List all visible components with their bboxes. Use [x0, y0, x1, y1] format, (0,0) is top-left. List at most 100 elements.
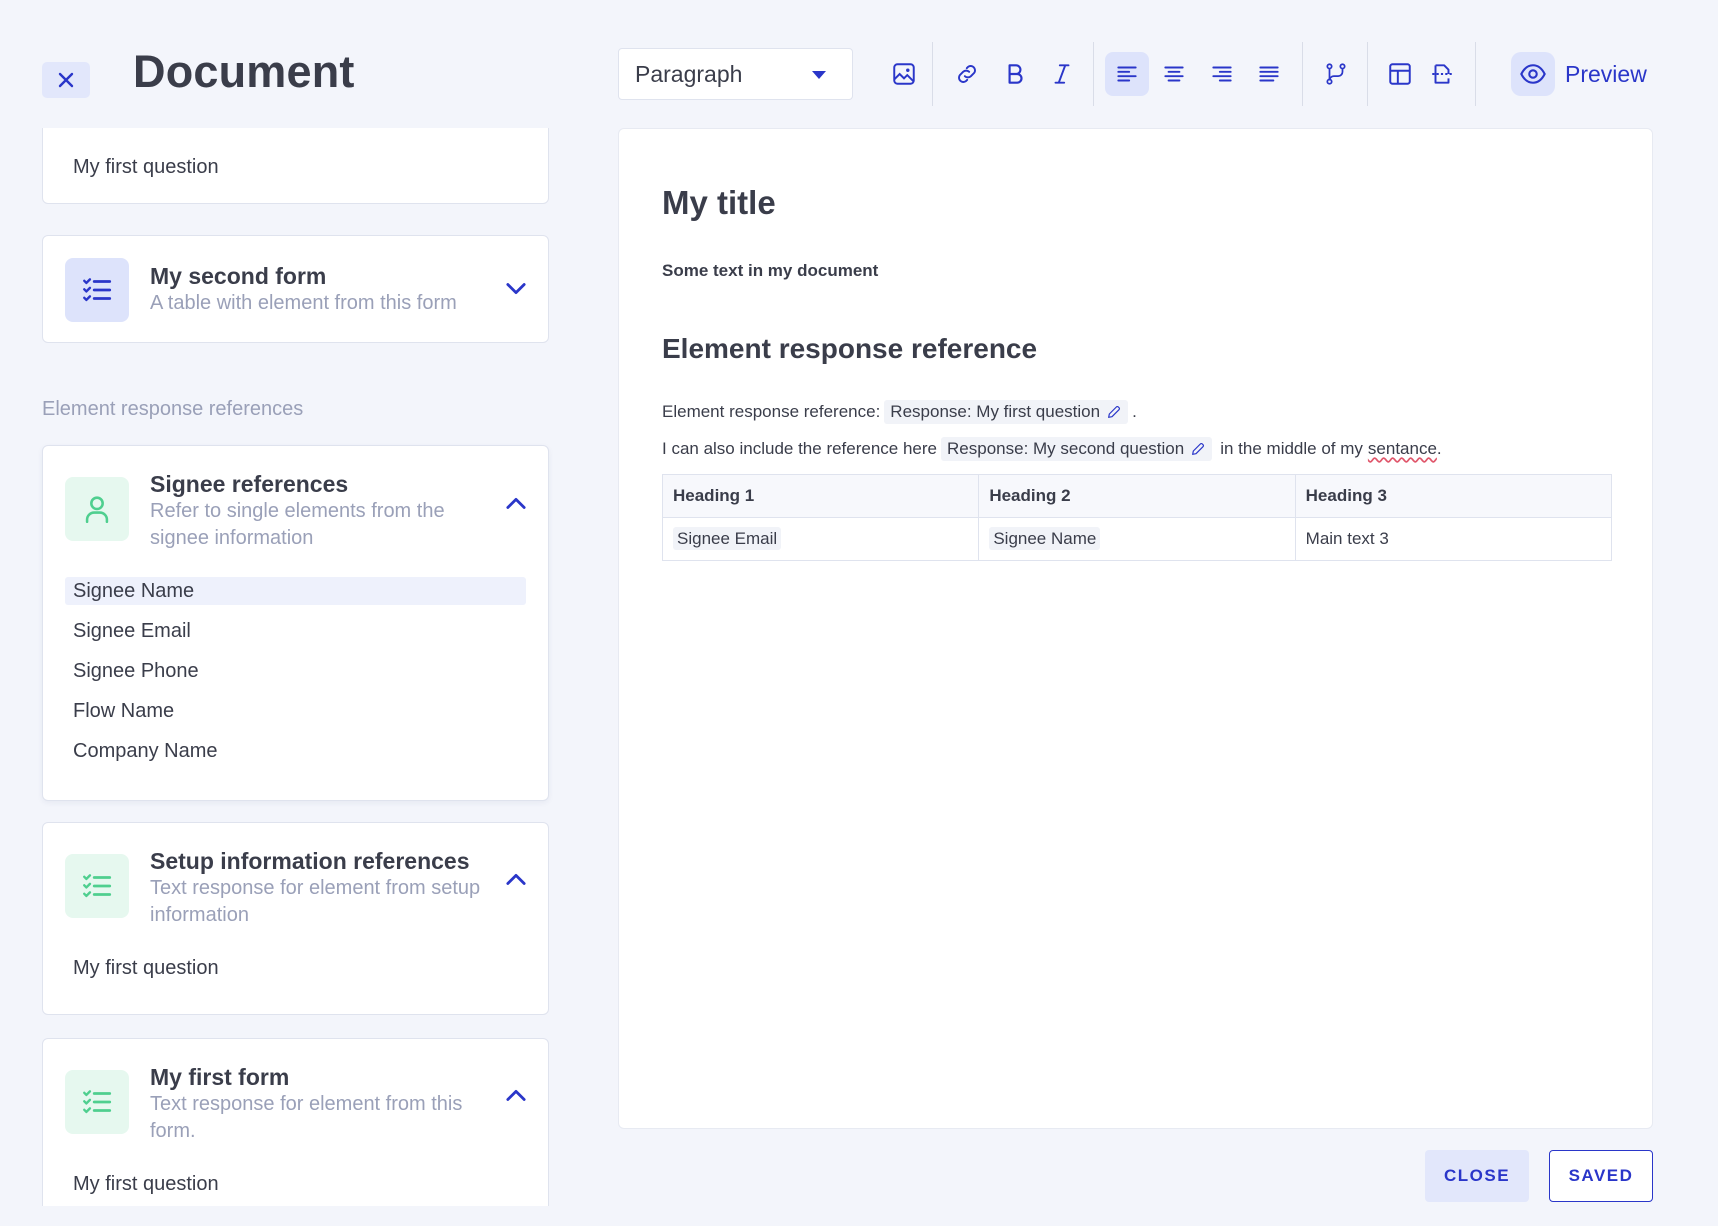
line-text: . [1132, 402, 1137, 421]
reference-line-1: Element response reference: Response: My… [662, 400, 1137, 424]
document-table[interactable]: Heading 1 Heading 2 Heading 3 Signee Ema… [661, 474, 1613, 561]
checklist-icon [83, 278, 112, 302]
toolbar-divider [1367, 42, 1368, 106]
form-item[interactable]: My first question [73, 1173, 219, 1196]
align-right-icon [1212, 66, 1232, 82]
second-form-card[interactable]: My second form A table with element from… [42, 235, 549, 343]
insert-link-button[interactable] [945, 52, 989, 96]
bold-button[interactable] [993, 52, 1037, 96]
table-cell[interactable]: Main text 3 [1294, 517, 1613, 561]
eye-icon [1520, 64, 1546, 84]
signee-references-card: Signee references Refer to single elemen… [42, 445, 549, 801]
format-select-value: Paragraph [635, 60, 743, 87]
chevron-up-icon[interactable] [502, 866, 530, 894]
person-icon-wrap [65, 477, 129, 541]
table-header-row: Heading 1 Heading 2 Heading 3 [661, 474, 1613, 518]
checklist-icon-wrap [65, 854, 129, 918]
signee-item[interactable]: Company Name [73, 740, 218, 763]
chip-label: Response: My second question [947, 439, 1185, 458]
card-title: My first form [150, 1064, 290, 1090]
table-header[interactable]: Heading 3 [1294, 474, 1613, 518]
setup-item[interactable]: My first question [73, 957, 219, 980]
reference-chip[interactable]: Signee Name [989, 527, 1101, 550]
table-header[interactable]: Heading 2 [978, 474, 1296, 518]
response-reference-chip[interactable]: Response: My first question [884, 400, 1129, 424]
paragraph-format-select[interactable]: Paragraph [618, 48, 853, 100]
list-item[interactable]: My first question [73, 156, 219, 179]
document-editor[interactable]: My title Some text in my document Elemen… [618, 128, 1653, 1129]
first-form-card: My first form Text response for element … [42, 1038, 549, 1206]
chip-label: Response: My first question [890, 402, 1101, 421]
card-subtitle: Refer to single elements from the signee… [150, 500, 445, 549]
checklist-icon [83, 1090, 112, 1114]
table-cell[interactable]: Signee Email [661, 517, 980, 561]
eye-icon-wrap [1511, 52, 1555, 96]
toolbar-divider [1302, 42, 1303, 106]
table-header[interactable]: Heading 1 [661, 474, 980, 518]
conditional-branch-button[interactable] [1314, 52, 1358, 96]
saved-button[interactable]: SAVED [1549, 1150, 1653, 1202]
partial-form-card: My first question [42, 128, 549, 204]
card-title: Signee references [150, 471, 349, 497]
close-dialog-button[interactable]: CLOSE [1425, 1150, 1529, 1202]
references-sidebar: My first question My second form A table… [0, 128, 600, 1206]
table-cell[interactable]: Signee Name [978, 517, 1296, 561]
italic-button[interactable] [1040, 52, 1084, 96]
signee-item[interactable]: Signee Phone [73, 660, 199, 683]
document-title: My title [662, 184, 776, 221]
toolbar-divider [1475, 42, 1476, 106]
line-text: Element response reference: [662, 402, 881, 421]
checklist-icon [83, 874, 112, 898]
response-reference-chip[interactable]: Response: My second question [941, 437, 1213, 461]
align-center-button[interactable] [1152, 52, 1196, 96]
italic-icon [1054, 64, 1070, 84]
checklist-icon-wrap [65, 1070, 129, 1134]
bold-icon [1008, 64, 1023, 84]
insert-reference-button[interactable] [1420, 52, 1464, 96]
table-icon [1389, 63, 1411, 85]
pencil-icon[interactable] [1190, 441, 1206, 457]
toolbar-divider [932, 42, 933, 106]
preview-label: Preview [1565, 60, 1647, 87]
close-icon [58, 72, 74, 88]
image-icon [893, 63, 915, 85]
table-row: Signee Email Signee Name Main text 3 [661, 517, 1613, 561]
align-justify-icon [1259, 66, 1279, 82]
card-subtitle: Text response for element from setup inf… [150, 877, 481, 926]
section-label: Element response references [42, 398, 304, 420]
document-text: Some text in my document [662, 261, 879, 280]
document-heading: Element response reference [662, 333, 1038, 364]
caret-down-icon [812, 71, 826, 79]
card-subtitle: Text response for element from this form… [150, 1093, 463, 1142]
setup-references-card: Setup information references Text respon… [42, 822, 549, 1015]
toolbar-divider [1093, 42, 1094, 106]
signee-item[interactable]: Signee Email [73, 620, 191, 643]
card-title: My second form [150, 263, 327, 289]
reference-chip[interactable]: Signee Email [673, 527, 782, 550]
form-list-icon-wrap [65, 258, 129, 322]
chevron-up-icon[interactable] [502, 490, 530, 518]
align-left-icon [1117, 66, 1137, 82]
editor-toolbar: Paragraph Preview [618, 42, 1658, 106]
misspelled-word[interactable]: sentance [1368, 439, 1437, 459]
align-left-button[interactable] [1105, 52, 1149, 96]
signee-item[interactable]: Signee Name [73, 580, 194, 603]
align-center-icon [1164, 66, 1184, 82]
align-right-button[interactable] [1200, 52, 1244, 96]
chevron-up-icon[interactable] [502, 1082, 530, 1110]
preview-button[interactable]: Preview [1511, 52, 1647, 96]
reference-icon [1432, 64, 1452, 84]
pencil-icon[interactable] [1106, 404, 1122, 420]
person-icon [85, 496, 109, 524]
signee-item[interactable]: Flow Name [73, 700, 174, 723]
chevron-down-icon[interactable] [502, 274, 530, 302]
line-text: in the middle of my [1220, 439, 1363, 458]
insert-image-button[interactable] [882, 52, 926, 96]
line-text: . [1436, 439, 1442, 458]
page-title: Document [133, 46, 355, 97]
insert-table-button[interactable] [1378, 52, 1422, 96]
card-title: Setup information references [150, 848, 470, 874]
align-justify-button[interactable] [1247, 52, 1291, 96]
line-text: I can also include the reference here [662, 439, 938, 458]
close-button[interactable] [42, 62, 90, 98]
